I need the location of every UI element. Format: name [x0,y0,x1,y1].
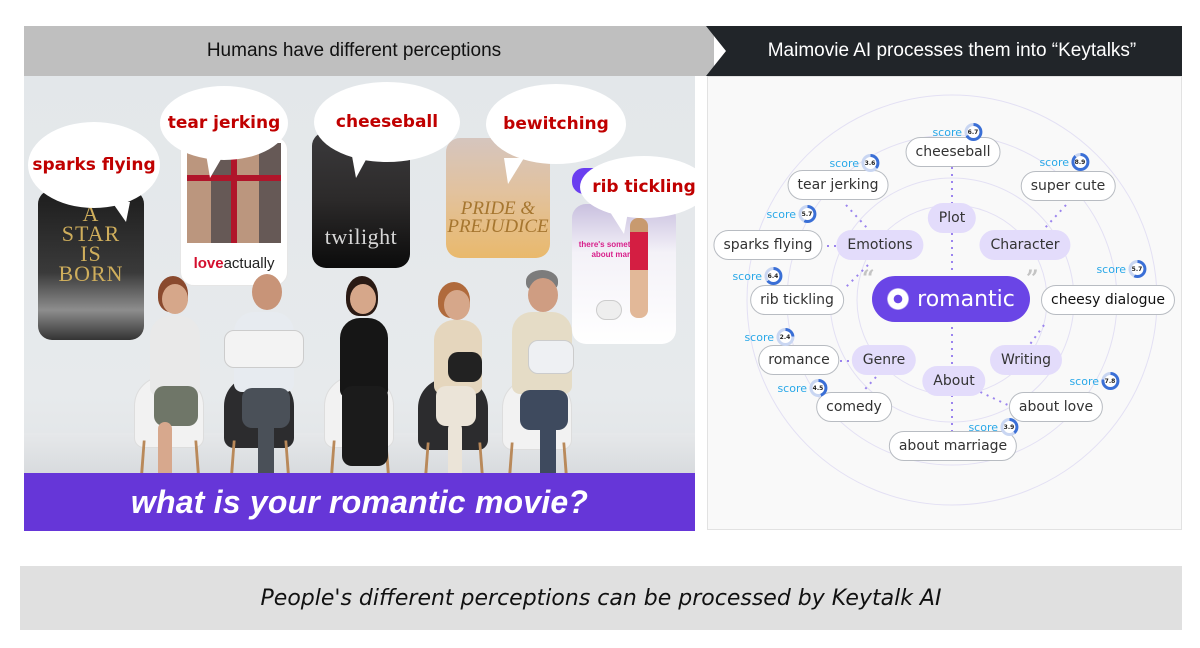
score-ring-icon: 6.4 [764,267,782,285]
speech-bubble: tear jerking [160,86,288,178]
poster-title: loveactually [193,255,275,272]
score-badge: score 5.7 [766,205,816,223]
speech-bubble: sparks flying [28,122,160,222]
poster-dog [596,300,622,320]
caption-bar: People's different perceptions can be pr… [20,566,1182,630]
poster-title: PRIDE & PREJUDICE [447,198,549,237]
category-plot[interactable]: Plot [927,203,977,233]
score-ring-icon: 2.4 [776,328,794,346]
category-genre[interactable]: Genre [851,345,917,375]
question-banner: what is your romantic movie? [24,473,695,531]
score-badge: score 3.9 [968,418,1018,436]
center-keyword-romantic[interactable]: romantic [872,276,1030,322]
poster-figure [630,218,648,318]
category-about[interactable]: About [922,366,986,396]
score-badge: score 5.7 [1096,260,1146,278]
category-writing[interactable]: Writing [990,345,1062,375]
score-ring-icon: 8.9 [1071,153,1089,171]
keytalk-chip-comedy[interactable]: comedy [816,392,892,422]
score-ring-icon: 5.7 [798,205,816,223]
category-character[interactable]: Character [979,230,1071,260]
score-ring-icon: 6.7 [964,123,982,141]
close-quote-icon: ” [1026,266,1039,292]
score-ring-icon: 3.6 [861,154,879,172]
score-badge: score 7.8 [1069,372,1119,390]
keytalk-chip-sparks-flying[interactable]: sparks flying [713,230,823,260]
caption-text: People's different perceptions can be pr… [260,585,942,611]
category-emotions[interactable]: Emotions [836,230,924,260]
keytalk-chip-tear-jerking[interactable]: tear jerking [787,170,889,200]
speech-bubble: bewitching [486,84,626,184]
center-keyword-text: romantic [917,286,1015,312]
question-text: what is your romantic movie? [130,483,589,520]
keytalk-chip-about-love[interactable]: about love [1008,392,1104,422]
keytalk-chip-romance[interactable]: romance [758,345,840,375]
header-right-title: Maimovie AI processes them into “Keytalk… [767,40,1137,61]
header-left-banner: Humans have different perceptions [24,26,714,76]
keytalk-chip-super-cute[interactable]: super cute [1020,171,1116,201]
score-badge: score 8.9 [1039,153,1089,171]
header-right-banner: Maimovie AI processes them into “Keytalk… [706,26,1182,76]
score-badge: score 3.6 [829,154,879,172]
ribbon [187,175,281,181]
header-left-title: Humans have different perceptions [206,40,502,61]
maimovie-logo-icon [887,288,910,310]
keytalk-chip-rib-tickling[interactable]: rib tickling [750,285,844,315]
keytalk-chip-cheesy-dialogue[interactable]: cheesy dialogue [1040,285,1176,315]
poster-title: twilight [324,224,398,249]
open-quote-icon: “ [862,266,875,292]
speech-bubble: cheeseball [314,82,460,178]
score-badge: score 2.4 [744,328,794,346]
perceptions-illustration: A STAR IS BORN loveactually twilight PRI… [24,76,695,531]
score-ring-icon: 3.9 [1000,418,1018,436]
score-badge: score 4.5 [777,379,827,397]
score-ring-icon: 7.8 [1101,372,1119,390]
score-badge: score 6.4 [732,267,782,285]
score-ring-icon: 4.5 [809,379,827,397]
keytalk-chip-cheeseball[interactable]: cheeseball [905,137,1001,167]
score-ring-icon: 5.7 [1128,260,1146,278]
score-badge: score 6.7 [932,123,982,141]
